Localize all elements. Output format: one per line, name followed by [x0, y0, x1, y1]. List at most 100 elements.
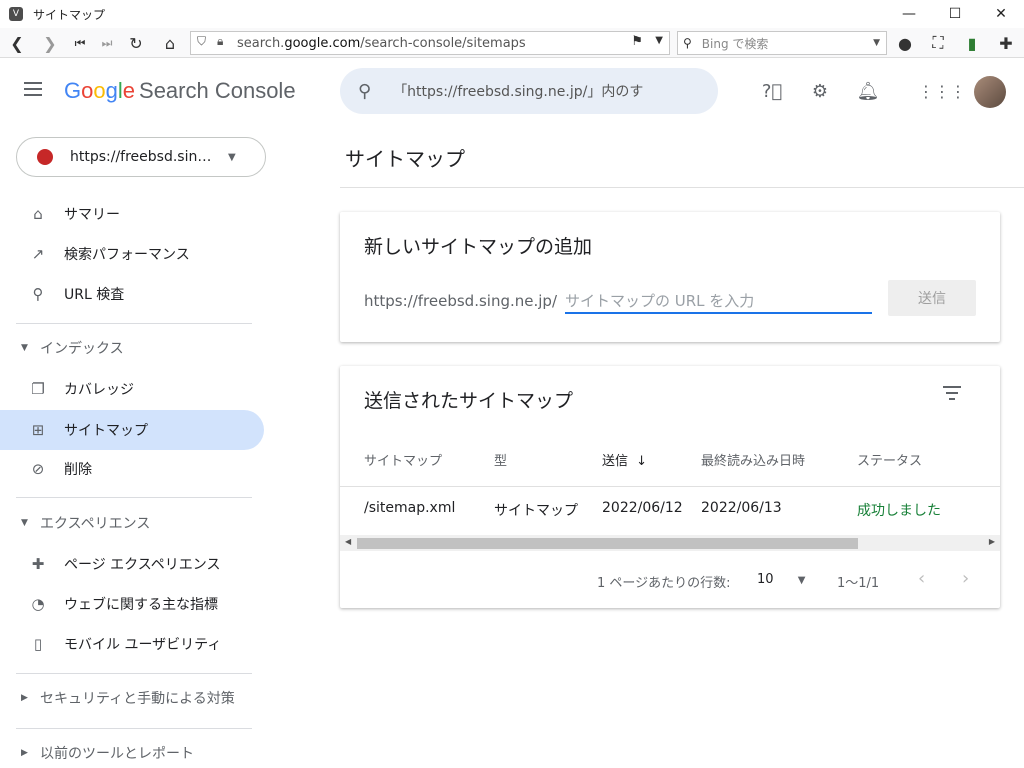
property-selector[interactable]: https://freebsd.sing.ne.jp/ ▼ — [16, 137, 266, 177]
skip-back-icon[interactable]: ⏮ — [68, 31, 92, 55]
add-circle-icon: ✚ — [31, 555, 45, 573]
dropdown-icon[interactable]: ▼ — [655, 35, 663, 46]
search-icon: ⚲ — [32, 285, 44, 303]
back-icon[interactable]: ❮ — [5, 31, 29, 55]
column-header-type[interactable]: 型 — [494, 450, 507, 469]
column-header-sitemap[interactable]: サイトマップ — [364, 450, 442, 469]
column-header-last-read[interactable]: 最終読み込み日時 — [701, 450, 805, 469]
column-header-status[interactable]: ステータス — [857, 450, 922, 469]
profile-icon[interactable]: ● — [893, 31, 917, 55]
sitemap-url-prefix: https://freebsd.sing.ne.jp/ — [364, 292, 557, 310]
address-bar[interactable]: ⛉ 🔒︎ search.google.com/search-console/si… — [190, 31, 670, 55]
rows-per-page-label: 1 ページあたりの行数: — [597, 576, 731, 591]
next-page-icon[interactable]: › — [962, 568, 969, 589]
sidebar-item-removals[interactable]: ⊘ 削除 — [0, 449, 264, 489]
divider — [16, 497, 252, 498]
sidebar-item-performance[interactable]: ↗ 検索パフォーマンス — [0, 234, 264, 274]
bookmark-green-icon[interactable]: ▮ — [960, 31, 984, 55]
rows-per-page-select[interactable]: 10 ▼ — [757, 572, 805, 587]
sidebar-item-core-web-vitals[interactable]: ◔ ウェブに関する主な指標 — [0, 584, 264, 624]
smartphone-icon: ▯ — [33, 635, 43, 653]
submitted-sitemaps-card: 送信されたサイトマップ サイトマップ 型 送信 ↓ 最終読み込み日時 ステータス… — [340, 366, 1000, 608]
extensions-icon[interactable]: ✚ — [994, 31, 1018, 55]
caret-down-icon: ▼ — [21, 518, 28, 528]
sidebar: https://freebsd.sing.ne.jp/ ▼ ⌂ サマリー ↗ 検… — [0, 124, 280, 768]
section-experience[interactable]: ▼ エクスペリエンス — [0, 505, 264, 541]
lock-icon: 🔒︎ — [217, 34, 224, 48]
sitemap-icon: ⊞ — [31, 421, 45, 439]
cell-submitted: 2022/06/12 — [602, 500, 683, 516]
card-title: 新しいサイトマップの追加 — [364, 236, 593, 258]
home-icon: ⌂ — [33, 205, 43, 223]
chevron-down-icon[interactable]: ▼ — [873, 38, 880, 48]
section-index[interactable]: ▼ インデックス — [0, 330, 264, 366]
speed-icon: ◔ — [31, 595, 45, 613]
screenshot-icon[interactable]: ⛶ — [926, 31, 950, 55]
home-icon[interactable]: ⌂ — [158, 31, 182, 55]
copy-icon: ❐ — [31, 380, 45, 398]
notifications-icon[interactable]: 🔔︎ — [855, 78, 881, 104]
browser-app-icon: V — [9, 7, 23, 21]
status-badge: 成功しました — [857, 503, 941, 519]
add-sitemap-card: 新しいサイトマップの追加 https://freebsd.sing.ne.jp/… — [340, 212, 1000, 342]
menu-icon[interactable] — [24, 82, 46, 100]
apps-icon[interactable]: ⋮⋮⋮ — [918, 78, 966, 104]
page-range: 1〜1/1 — [837, 576, 880, 591]
reload-icon[interactable]: ↻ — [124, 31, 148, 55]
bookmark-icon[interactable]: ⚑ — [631, 34, 643, 49]
search-engine-icon: ⚲ — [683, 36, 692, 50]
sidebar-item-coverage[interactable]: ❐ カバレッジ — [0, 369, 264, 409]
cell-sitemap: /sitemap.xml — [364, 500, 456, 516]
divider — [16, 673, 252, 674]
minimize-button[interactable]: — — [886, 0, 932, 28]
visibility-off-icon: ⊘ — [31, 460, 45, 478]
window-title: サイトマップ — [33, 7, 106, 22]
forward-icon[interactable]: ❯ — [38, 31, 62, 55]
settings-icon[interactable]: ⚙ — [807, 78, 833, 104]
shield-icon: ⛉ — [197, 34, 207, 48]
close-button[interactable]: ✕ — [978, 0, 1024, 28]
divider — [340, 486, 1000, 487]
sidebar-item-mobile-usability[interactable]: ▯ モバイル ユーザビリティ — [0, 624, 264, 664]
submit-sitemap-button[interactable]: 送信 — [888, 280, 976, 316]
previous-page-icon[interactable]: ‹ — [918, 568, 925, 589]
column-header-submitted[interactable]: 送信 ↓ — [602, 450, 647, 469]
scrollbar-thumb[interactable] — [357, 538, 858, 549]
chevron-down-icon: ▼ — [228, 151, 236, 163]
address-url: search.google.com/search-console/sitemap… — [237, 35, 526, 51]
maximize-button[interactable]: ☐ — [932, 0, 978, 28]
page-title: サイトマップ — [345, 147, 465, 171]
caret-right-icon: ▶ — [21, 693, 28, 703]
google-search-console-logo[interactable]: Google Search Console — [64, 78, 296, 104]
caret-right-icon: ▶ — [21, 748, 28, 758]
filter-icon[interactable] — [940, 386, 964, 406]
arrow-down-icon: ↓ — [636, 454, 648, 469]
cell-type: サイトマップ — [494, 503, 578, 519]
search-icon: ⚲ — [358, 80, 372, 102]
card-title: 送信されたサイトマップ — [364, 390, 574, 412]
browser-toolbar: ❮ ❯ ⏮ ⏭ ↻ ⌂ ⛉ 🔒︎ search.google.com/searc… — [0, 28, 1024, 58]
window-titlebar: V サイトマップ — ☐ ✕ — [0, 0, 1024, 28]
sitemap-url-input[interactable] — [565, 290, 872, 314]
scroll-left-icon[interactable]: ◀ — [345, 537, 351, 546]
divider — [16, 323, 252, 324]
cell-last-read: 2022/06/13 — [701, 500, 782, 516]
horizontal-scrollbar[interactable]: ◀ ▶ — [340, 535, 1000, 551]
section-security[interactable]: ▶ セキュリティと手動による対策 — [0, 680, 264, 716]
web-search-input[interactable]: ⚲ Bing で検索 ▼ — [677, 31, 887, 55]
avatar[interactable] — [974, 76, 1006, 108]
sidebar-item-page-experience[interactable]: ✚ ページ エクスペリエンス — [0, 544, 264, 584]
app-header: Google Search Console ⚲ 「https://freebsd.… — [0, 58, 1024, 124]
chevron-down-icon: ▼ — [797, 575, 806, 586]
site-favicon-icon — [37, 149, 53, 165]
section-legacy-tools[interactable]: ▶ 以前のツールとレポート — [0, 735, 264, 768]
divider — [16, 728, 252, 729]
sidebar-item-sitemaps[interactable]: ⊞ サイトマップ — [0, 410, 264, 450]
help-icon[interactable]: ?⃝ — [759, 78, 785, 104]
caret-down-icon: ▼ — [21, 343, 28, 353]
skip-forward-icon[interactable]: ⏭ — [95, 31, 119, 55]
sidebar-item-url-inspection[interactable]: ⚲ URL 検査 — [0, 274, 264, 314]
sidebar-item-summary[interactable]: ⌂ サマリー — [0, 194, 264, 234]
scroll-right-icon[interactable]: ▶ — [989, 537, 995, 546]
property-search-input[interactable]: ⚲ 「https://freebsd.sing.ne.jp/」内のす — [340, 68, 718, 114]
